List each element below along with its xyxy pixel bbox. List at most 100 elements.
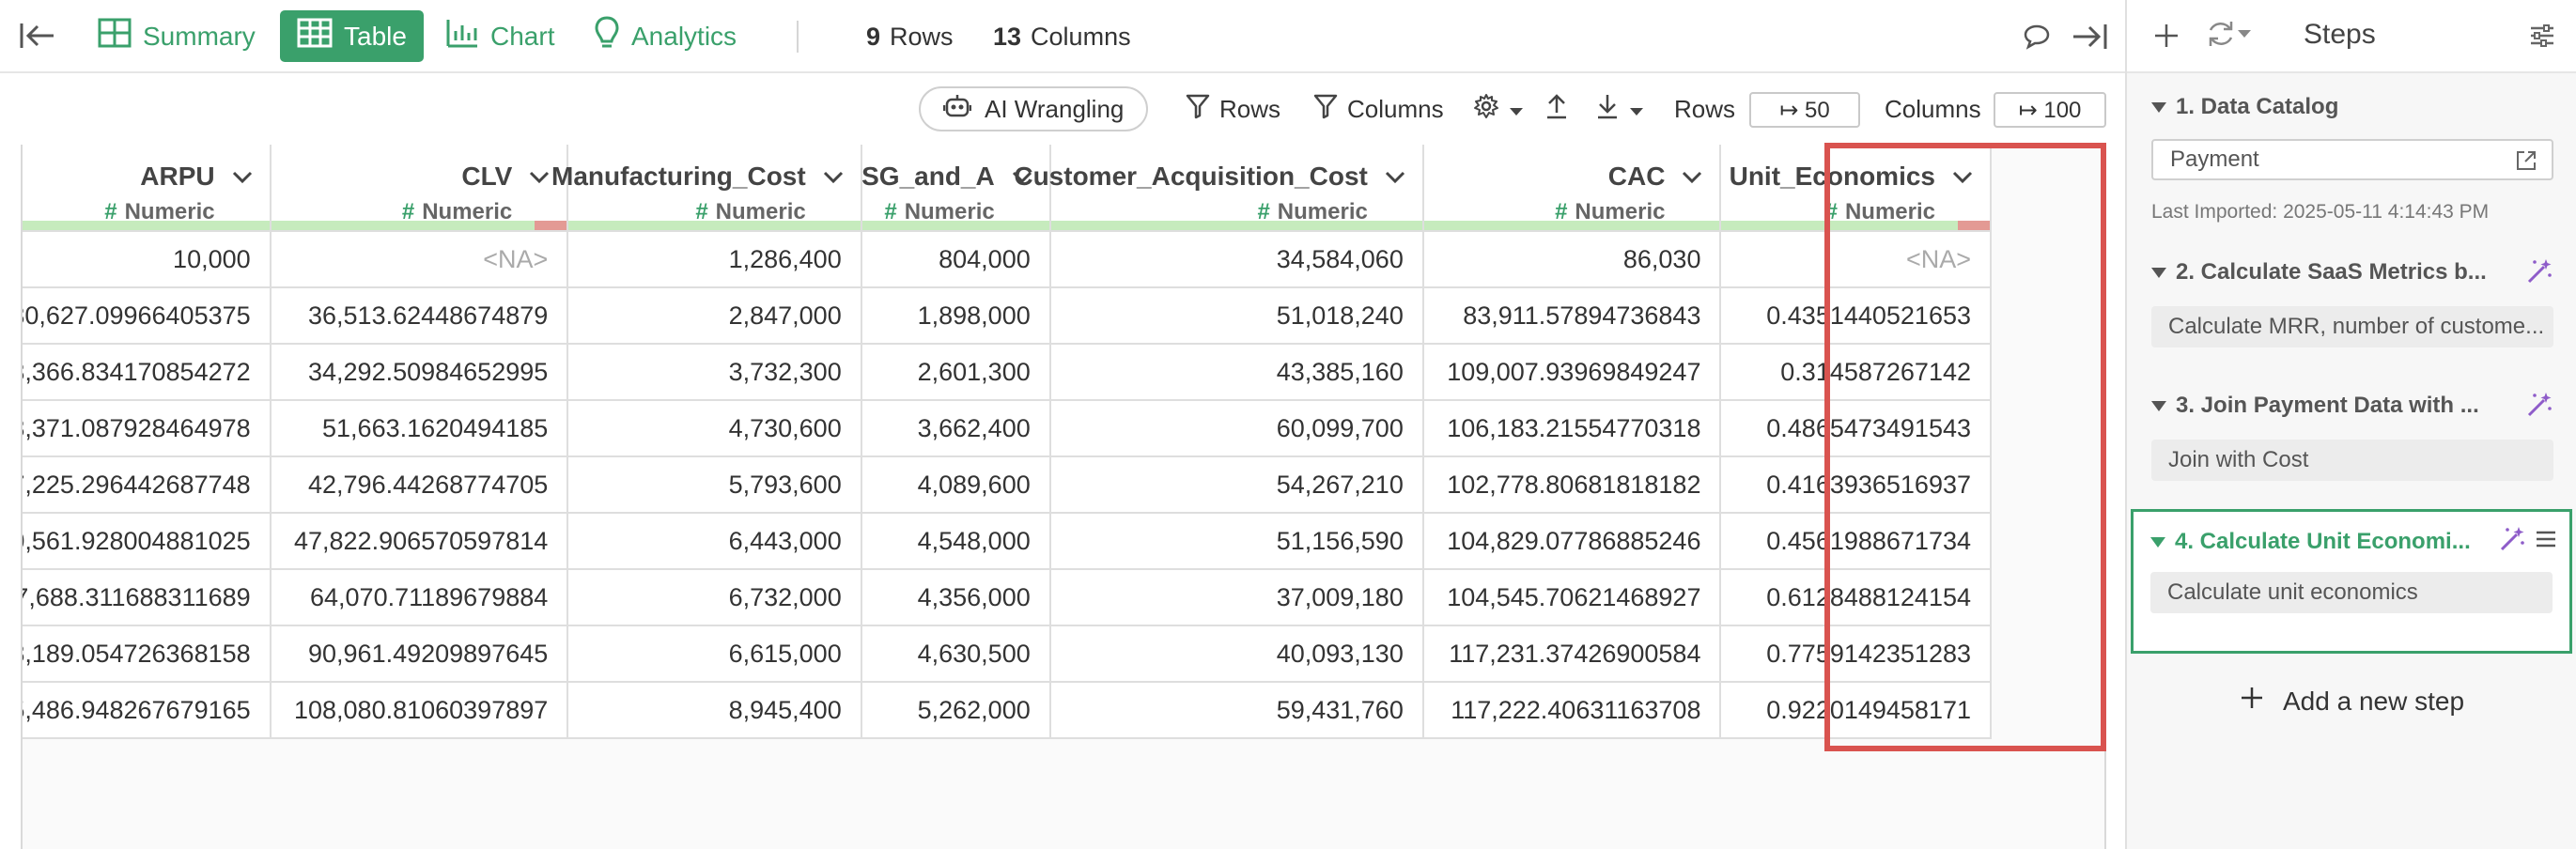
table-cell[interactable]: 4,548,000 — [861, 513, 1051, 570]
magic-wand-icon[interactable] — [2525, 391, 2553, 419]
table-cell[interactable]: 4,089,600 — [861, 456, 1051, 514]
table-cell[interactable]: <NA> — [270, 231, 569, 288]
external-link-icon[interactable] — [2514, 148, 2538, 178]
column-header[interactable]: Unit_Economics # Numeric — [1720, 145, 1992, 232]
chevron-down-icon[interactable] — [1948, 165, 1977, 190]
table-cell[interactable]: 0.6128488124154 — [1720, 569, 1992, 626]
chevron-down-icon[interactable] — [1678, 165, 1706, 190]
step-1-source-box[interactable]: Payment — [2151, 139, 2553, 180]
chevron-down-icon[interactable] — [1381, 165, 1409, 190]
column-header[interactable]: Customer_Acquisition_Cost # Numeric — [1014, 145, 1424, 232]
table-cell[interactable]: 5,262,000 — [861, 682, 1051, 739]
table-cell[interactable]: 6,615,000 — [567, 625, 862, 683]
table-cell[interactable]: 6,443,000 — [567, 513, 862, 570]
tab-table[interactable]: Table — [280, 10, 424, 62]
table-cell[interactable]: 10,000 — [23, 231, 272, 288]
table-cell[interactable]: 3,662,400 — [861, 400, 1051, 457]
table-cell[interactable]: 6,732,000 — [567, 569, 862, 626]
tab-analytics[interactable]: Analytics — [577, 10, 753, 62]
menu-icon[interactable] — [2534, 527, 2558, 556]
table-cell[interactable]: 0.4561988671734 — [1720, 513, 1992, 570]
table-cell[interactable]: 54,267,210 — [1049, 456, 1424, 514]
table-cell[interactable]: 3,732,300 — [567, 344, 862, 401]
column-header[interactable]: ARPU # Numeric — [23, 145, 272, 232]
table-cell[interactable]: 45,486.948267679165 — [23, 682, 272, 739]
table-cell[interactable]: 0.4351440521653 — [1720, 287, 1992, 345]
table-cell[interactable]: 4,630,500 — [861, 625, 1051, 683]
sliders-icon[interactable] — [2525, 19, 2559, 53]
chevron-down-icon[interactable] — [228, 165, 256, 190]
collapse-triangle-icon[interactable] — [2150, 536, 2165, 548]
table-cell[interactable]: 0.314587267142 — [1720, 344, 1992, 401]
table-cell[interactable]: 23,371.087928464978 — [23, 400, 272, 457]
table-cell[interactable]: 2,847,000 — [567, 287, 862, 345]
table-cell[interactable]: 804,000 — [861, 231, 1051, 288]
table-cell[interactable]: 104,829.07786885246 — [1422, 513, 1722, 570]
collapse-left-icon[interactable] — [15, 17, 60, 54]
chevron-down-icon[interactable] — [819, 165, 847, 190]
table-cell[interactable]: 109,007.93969849247 — [1422, 344, 1722, 401]
table-cell[interactable]: 117,222.40631163708 — [1422, 682, 1722, 739]
table-cell[interactable]: 37,009,180 — [1049, 569, 1424, 626]
add-step-button[interactable]: Add a new step — [2240, 686, 2464, 717]
collapse-triangle-icon[interactable] — [2151, 400, 2166, 411]
table-cell[interactable]: 64,070.71189679884 — [270, 569, 569, 626]
collapse-triangle-icon[interactable] — [2151, 101, 2166, 113]
column-header[interactable]: Manufacturing_Cost # Numeric — [551, 145, 862, 232]
column-header[interactable]: CLV # Numeric — [270, 145, 569, 232]
table-cell[interactable]: 104,545.70621468927 — [1422, 569, 1722, 626]
table-cell[interactable]: 4,730,600 — [567, 400, 862, 457]
add-icon[interactable] — [2151, 21, 2181, 51]
table-cell[interactable]: 38,189.054726368158 — [23, 625, 272, 683]
table-cell[interactable]: 86,030 — [1422, 231, 1722, 288]
table-cell[interactable]: 34,584,060 — [1049, 231, 1424, 288]
download-dropdown[interactable] — [1595, 88, 1644, 130]
table-cell[interactable]: 51,018,240 — [1049, 287, 1424, 345]
table-cell[interactable]: 117,231.37426900584 — [1422, 625, 1722, 683]
step-4-description[interactable]: Calculate unit economics — [2150, 572, 2553, 613]
table-cell[interactable]: 1,286,400 — [567, 231, 862, 288]
magic-wand-icon[interactable] — [2498, 525, 2526, 553]
table-cell[interactable]: 1,898,000 — [861, 287, 1051, 345]
table-cell[interactable]: 0.9220149458171 — [1720, 682, 1992, 739]
table-cell[interactable]: 34,292.50984652995 — [270, 344, 569, 401]
table-cell[interactable]: 51,156,590 — [1049, 513, 1424, 570]
table-cell[interactable]: 17,225.296442687748 — [23, 456, 272, 514]
magic-wand-icon[interactable] — [2525, 257, 2553, 286]
table-cell[interactable]: 102,778.80681818182 — [1422, 456, 1722, 514]
table-cell[interactable]: 20,561.928004881025 — [23, 513, 272, 570]
table-cell[interactable]: 108,080.81060397897 — [270, 682, 569, 739]
settings-dropdown[interactable] — [1473, 88, 1524, 130]
upload-button[interactable] — [1544, 88, 1569, 130]
column-header[interactable]: CAC # Numeric — [1422, 145, 1722, 232]
table-cell[interactable]: 2,601,300 — [861, 344, 1051, 401]
table-cell[interactable]: <NA> — [1720, 231, 1992, 288]
table-cell[interactable]: 106,183.21554770318 — [1422, 400, 1722, 457]
table-cell[interactable]: 42,796.44268774705 — [270, 456, 569, 514]
rows-limit-input[interactable]: ↦ 50 — [1749, 92, 1860, 128]
table-cell[interactable]: 0.4163936516937 — [1720, 456, 1992, 514]
columns-limit-input[interactable]: ↦ 100 — [1994, 92, 2106, 128]
table-cell[interactable]: 4,356,000 — [861, 569, 1051, 626]
table-cell[interactable]: 40,093,130 — [1049, 625, 1424, 683]
table-cell[interactable]: 59,431,760 — [1049, 682, 1424, 739]
table-cell[interactable]: 36,513.62448674879 — [270, 287, 569, 345]
collapse-right-icon[interactable] — [2069, 19, 2110, 54]
ai-wrangling-button[interactable]: AI Wrangling — [919, 86, 1149, 131]
chevron-down-icon[interactable] — [525, 165, 553, 190]
comment-icon[interactable] — [2020, 21, 2054, 53]
table-cell[interactable]: 30,627.09966405375 — [23, 287, 272, 345]
table-cell[interactable]: 47,822.906570597814 — [270, 513, 569, 570]
step-2-description[interactable]: Calculate MRR, number of custome... — [2151, 306, 2553, 347]
collapse-triangle-icon[interactable] — [2151, 267, 2166, 278]
columns-filter-button[interactable]: Columns — [1313, 88, 1444, 130]
step-calculate-unit-economics[interactable]: 4. Calculate Unit Economi... Calculate u… — [2131, 509, 2572, 654]
tab-summary[interactable]: Summary — [81, 10, 272, 62]
tab-chart[interactable]: Chart — [428, 10, 571, 62]
table-cell[interactable]: 90,961.49209897645 — [270, 625, 569, 683]
refresh-dropdown[interactable] — [2200, 19, 2257, 53]
table-cell[interactable]: 83,911.57894736843 — [1422, 287, 1722, 345]
table-cell[interactable]: 0.7759142351283 — [1720, 625, 1992, 683]
rows-filter-button[interactable]: Rows — [1186, 88, 1280, 130]
table-cell[interactable]: 13,366.834170854272 — [23, 344, 272, 401]
